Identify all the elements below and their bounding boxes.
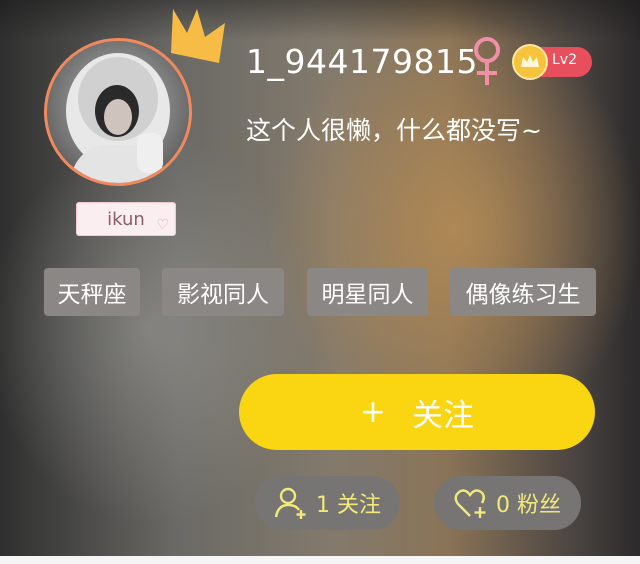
badge-ikun: ikun ♡	[76, 202, 176, 236]
following-count: 1 关注	[316, 493, 381, 518]
crown-icon	[171, 9, 225, 63]
follow-button[interactable]: + 关注	[239, 374, 595, 450]
follow-label: 关注	[411, 397, 474, 434]
bio-text: 这个人很懒，什么都没写~	[246, 116, 542, 145]
level-badge: Lv2	[512, 44, 592, 80]
heart-plus-icon	[454, 489, 486, 518]
tag-film-fandom[interactable]: 影视同人	[162, 268, 284, 316]
plus-icon: +	[360, 394, 386, 430]
badge-ikun-label: ikun	[107, 208, 145, 230]
level-crown-icon	[512, 44, 548, 80]
add-user-icon	[274, 487, 306, 519]
following-count-button[interactable]: 1 关注	[255, 476, 400, 530]
followers-count: 0 粉丝	[496, 493, 561, 518]
username: 1_944179815	[246, 42, 478, 81]
top-shade	[0, 0, 640, 40]
tag-idol-trainee[interactable]: 偶像练习生	[450, 268, 596, 316]
tag-celebrity-fandom[interactable]: 明星同人	[307, 268, 428, 316]
level-label: Lv2	[552, 52, 577, 68]
female-icon	[474, 37, 500, 85]
followers-count-button[interactable]: 0 粉丝	[434, 476, 581, 530]
tag-zodiac[interactable]: 天秤座	[44, 268, 140, 316]
bottom-divider	[0, 556, 640, 564]
heart-icon: ♡	[156, 217, 169, 233]
